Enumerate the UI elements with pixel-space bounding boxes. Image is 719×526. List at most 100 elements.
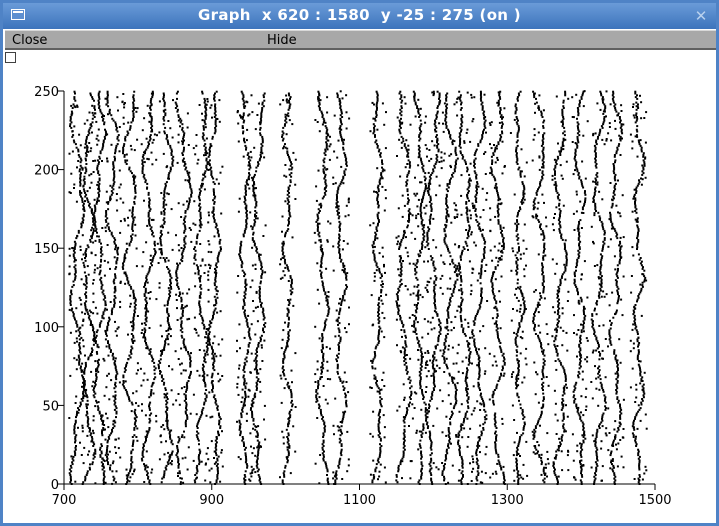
scatter-point	[383, 436, 386, 439]
scatter-point	[114, 383, 116, 386]
scatter-point	[337, 372, 339, 375]
scatter-point	[149, 208, 152, 211]
scatter-point	[420, 202, 423, 205]
scatter-point	[438, 323, 441, 326]
scatter-point	[130, 345, 133, 348]
scatter-point	[203, 188, 206, 191]
scatter-point	[417, 148, 420, 151]
scatter-point	[422, 425, 425, 428]
scatter-point	[86, 119, 89, 122]
scatter-point	[288, 195, 291, 198]
scatter-point	[333, 483, 336, 485]
scatter-point	[168, 269, 171, 272]
scatter-point	[213, 309, 216, 312]
scatter-point	[376, 99, 379, 102]
scatter-point	[74, 267, 77, 270]
scatter-point	[259, 336, 262, 339]
scatter-point	[343, 267, 346, 270]
scatter-point	[113, 181, 116, 184]
scatter-point	[163, 208, 166, 211]
scatter-point	[435, 276, 438, 279]
scatter-point	[317, 385, 319, 388]
scatter-point	[76, 166, 78, 169]
scatter-point	[143, 173, 146, 176]
scatter-point	[113, 282, 116, 285]
scatter-point	[176, 448, 179, 451]
scatter-point	[211, 389, 214, 391]
scatter-point	[337, 186, 340, 189]
scatter-point	[177, 459, 180, 462]
scatter-point	[282, 99, 285, 102]
scatter-point	[245, 283, 248, 286]
scatter-point	[385, 111, 387, 114]
scatter-point	[96, 231, 98, 234]
scatter-point	[130, 455, 133, 458]
scatter-point	[286, 342, 289, 344]
scatter-point	[378, 410, 381, 413]
scatter-point	[182, 309, 184, 312]
scatter-point	[286, 229, 289, 232]
scatter-point	[287, 439, 290, 442]
scatter-point	[438, 320, 441, 323]
scatter-point	[405, 345, 408, 348]
scatter-point	[106, 96, 109, 99]
scatter-point	[78, 405, 81, 408]
scatter-point	[286, 448, 289, 451]
scatter-point	[244, 144, 247, 147]
scatter-point	[79, 175, 82, 178]
scatter-point	[201, 179, 204, 182]
scatter-point	[397, 207, 400, 210]
scatter-point	[337, 356, 340, 359]
scatter-point	[217, 430, 219, 433]
scatter-point	[287, 322, 290, 325]
scatter-point	[79, 173, 82, 176]
scatter-point	[338, 441, 341, 444]
scatter-point	[185, 401, 188, 404]
scatter-point	[165, 419, 168, 422]
scatter-point	[92, 282, 94, 285]
scatter-point	[213, 352, 216, 355]
scatter-point	[288, 217, 290, 220]
scatter-point	[326, 470, 329, 473]
scatter-point	[409, 387, 412, 390]
scatter-point	[415, 266, 418, 269]
scatter-point	[282, 137, 285, 140]
plot-points	[68, 90, 648, 485]
scatter-point	[114, 330, 117, 333]
scatter-point	[377, 309, 380, 312]
scatter-point	[369, 130, 372, 133]
scatter-point	[261, 273, 263, 276]
scatter-point	[128, 354, 131, 357]
scatter-point	[90, 235, 93, 238]
scatter-point	[435, 194, 438, 197]
scatter-point	[237, 210, 240, 213]
scatter-point	[143, 333, 146, 335]
scatter-point	[144, 179, 147, 182]
scatter-point	[96, 168, 99, 171]
scatter-point	[93, 204, 96, 207]
scatter-point	[288, 208, 291, 211]
scatter-point	[115, 416, 117, 419]
scatter-point	[133, 181, 136, 184]
scatter-point	[70, 293, 73, 296]
scatter-point	[376, 237, 379, 240]
scatter-point	[214, 226, 217, 229]
scatter-point	[286, 314, 289, 317]
scatter-point	[176, 161, 179, 164]
scatter-point	[163, 348, 166, 351]
scatter-point	[435, 161, 438, 164]
scatter-point	[243, 101, 246, 104]
scatter-point	[113, 155, 116, 158]
scatter-point	[338, 311, 341, 314]
scatter-point	[180, 307, 183, 310]
scatter-point	[192, 222, 195, 225]
scatter-point	[344, 154, 347, 156]
scatter-point	[193, 248, 196, 250]
scatter-point	[407, 199, 410, 202]
scatter-point	[110, 193, 113, 196]
scatter-point	[375, 269, 378, 272]
scatter-point	[429, 359, 432, 362]
scatter-point	[131, 347, 134, 350]
scatter-point	[406, 179, 409, 182]
scatter-point	[243, 119, 246, 122]
